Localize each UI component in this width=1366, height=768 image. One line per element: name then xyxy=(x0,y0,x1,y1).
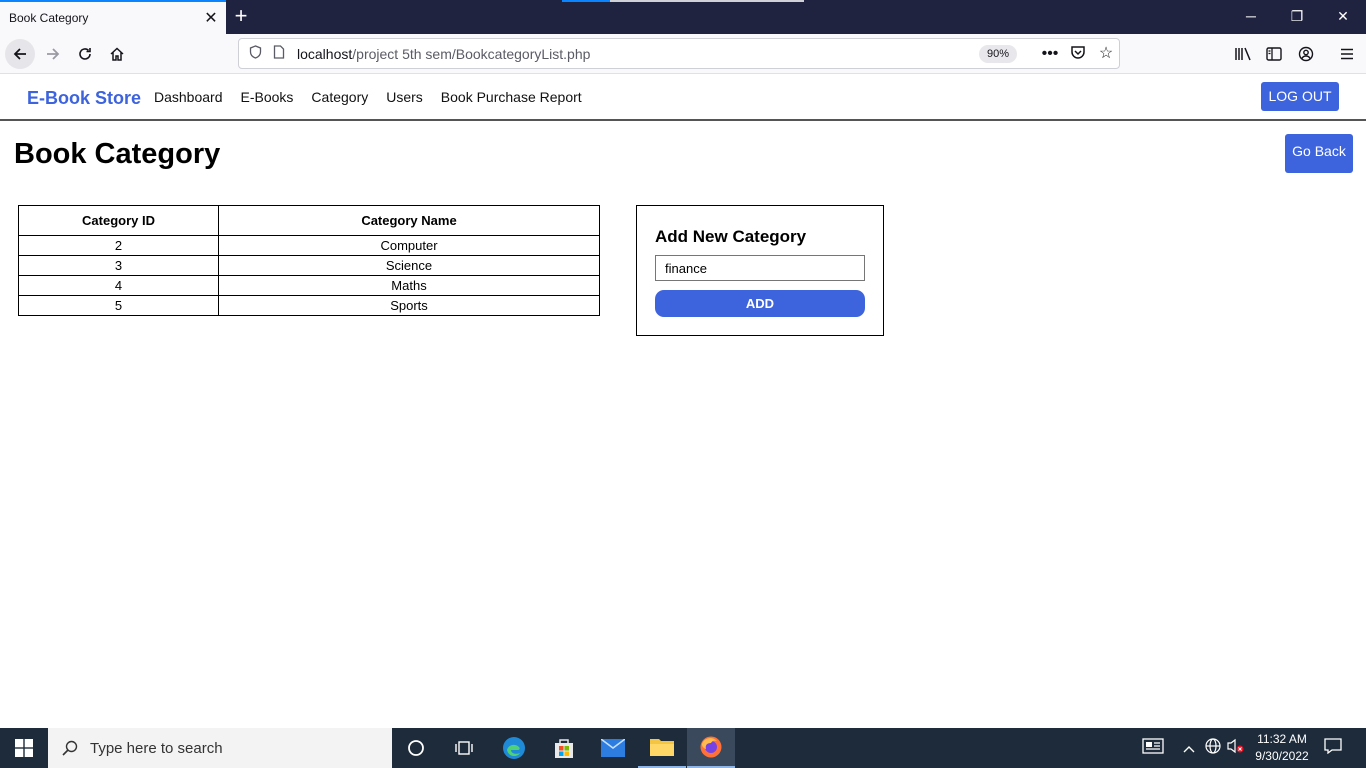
file-explorer-icon[interactable] xyxy=(638,728,686,768)
go-back-button[interactable]: Go Back xyxy=(1285,134,1353,173)
category-name-input[interactable] xyxy=(655,255,865,281)
tab-progress-track xyxy=(610,0,804,2)
mail-icon[interactable] xyxy=(589,728,637,768)
more-actions-icon[interactable]: ••• xyxy=(1039,44,1061,64)
windows-taskbar: Type here to search 11:32 AM 9/30/2022 xyxy=(0,728,1366,768)
back-icon[interactable] xyxy=(5,39,35,69)
sidebar-icon[interactable] xyxy=(1259,39,1289,69)
chevron-up-icon[interactable] xyxy=(1179,738,1199,758)
forward-icon[interactable] xyxy=(38,39,68,69)
cortana-icon[interactable] xyxy=(392,728,440,768)
nav-dashboard[interactable]: Dashboard xyxy=(154,89,223,105)
table-row: 2 Computer xyxy=(18,235,600,256)
url-host: localhost xyxy=(297,45,353,62)
category-name-cell: Sports xyxy=(218,295,600,316)
account-icon[interactable] xyxy=(1291,39,1321,69)
menu-icon[interactable] xyxy=(1332,39,1362,69)
close-window-icon[interactable]: ✕ xyxy=(1320,0,1366,34)
page-title: Book Category xyxy=(14,138,221,170)
nav-book-purchase-report[interactable]: Book Purchase Report xyxy=(441,89,582,105)
taskbar-search-box[interactable]: Type here to search xyxy=(48,728,392,768)
library-icon[interactable] xyxy=(1228,39,1258,69)
clock-date: 9/30/2022 xyxy=(1255,749,1309,763)
category-id-cell: 4 xyxy=(18,275,219,296)
new-tab-icon[interactable]: + xyxy=(230,4,252,30)
category-id-cell: 3 xyxy=(18,255,219,276)
category-name-cell: Computer xyxy=(218,235,600,256)
column-header-category-id: Category ID xyxy=(18,205,219,236)
news-icon[interactable] xyxy=(1141,738,1165,758)
tab-title: Book Category xyxy=(9,11,89,25)
minimize-icon[interactable]: ─ xyxy=(1228,0,1274,34)
category-id-cell: 5 xyxy=(18,295,219,316)
store-icon[interactable] xyxy=(540,728,588,768)
browser-toolbar: localhost/project 5th sem/BookcategoryLi… xyxy=(0,34,1366,74)
search-placeholder: Type here to search xyxy=(90,739,223,757)
task-view-icon[interactable] xyxy=(440,728,488,768)
nav-links: Dashboard E-Books Category Users Book Pu… xyxy=(154,89,582,105)
category-name-cell: Maths xyxy=(218,275,600,296)
browser-tab[interactable]: Book Category ✕ xyxy=(0,0,226,34)
volume-muted-icon[interactable] xyxy=(1226,738,1246,758)
nav-users[interactable]: Users xyxy=(386,89,423,105)
category-table: Category ID Category Name 2 Computer 3 S… xyxy=(18,205,600,316)
add-button[interactable]: ADD xyxy=(655,290,865,317)
logout-button[interactable]: LOG OUT xyxy=(1261,82,1339,111)
search-icon xyxy=(62,740,78,756)
edge-icon[interactable] xyxy=(490,728,538,768)
table-row: 3 Science xyxy=(18,255,600,276)
reload-icon[interactable] xyxy=(70,39,100,69)
close-tab-icon[interactable]: ✕ xyxy=(196,8,226,28)
pocket-icon[interactable] xyxy=(1067,44,1089,64)
table-row: 4 Maths xyxy=(18,275,600,296)
shield-icon[interactable] xyxy=(243,45,267,62)
bookmark-star-icon[interactable]: ☆ xyxy=(1095,44,1117,64)
brand-logo[interactable]: E-Book Store xyxy=(27,88,141,109)
nav-ebooks[interactable]: E-Books xyxy=(241,89,294,105)
notification-icon[interactable] xyxy=(1323,738,1343,758)
zoom-level-badge[interactable]: 90% xyxy=(979,45,1018,63)
column-header-category-name: Category Name xyxy=(218,205,600,236)
taskbar-clock[interactable]: 11:32 AM 9/30/2022 xyxy=(1248,731,1316,765)
tab-progress-indicator xyxy=(562,0,610,2)
url-text: localhost/project 5th sem/BookcategoryLi… xyxy=(297,46,590,62)
add-category-title: Add New Category xyxy=(655,227,807,246)
home-icon[interactable] xyxy=(102,39,132,69)
table-header-row: Category ID Category Name xyxy=(18,205,600,236)
page-icon[interactable] xyxy=(267,45,291,62)
restore-icon[interactable]: ❐ xyxy=(1274,0,1320,34)
category-name-cell: Science xyxy=(218,255,600,276)
windows-start-icon[interactable] xyxy=(0,728,48,768)
category-id-cell: 2 xyxy=(18,235,219,256)
clock-time: 11:32 AM xyxy=(1257,732,1307,746)
network-globe-icon[interactable] xyxy=(1203,738,1223,758)
nav-category[interactable]: Category xyxy=(311,89,368,105)
url-path: /project 5th sem/BookcategoryList.php xyxy=(352,45,591,62)
firefox-icon[interactable] xyxy=(687,728,735,768)
table-row: 5 Sports xyxy=(18,295,600,316)
address-bar[interactable]: localhost/project 5th sem/BookcategoryLi… xyxy=(238,38,1120,69)
site-navbar: E-Book Store Dashboard E-Books Category … xyxy=(0,74,1366,121)
add-category-form: Add New Category ADD xyxy=(636,205,884,336)
browser-tab-bar: Book Category ✕ + ─ ❐ ✕ xyxy=(0,0,1366,34)
